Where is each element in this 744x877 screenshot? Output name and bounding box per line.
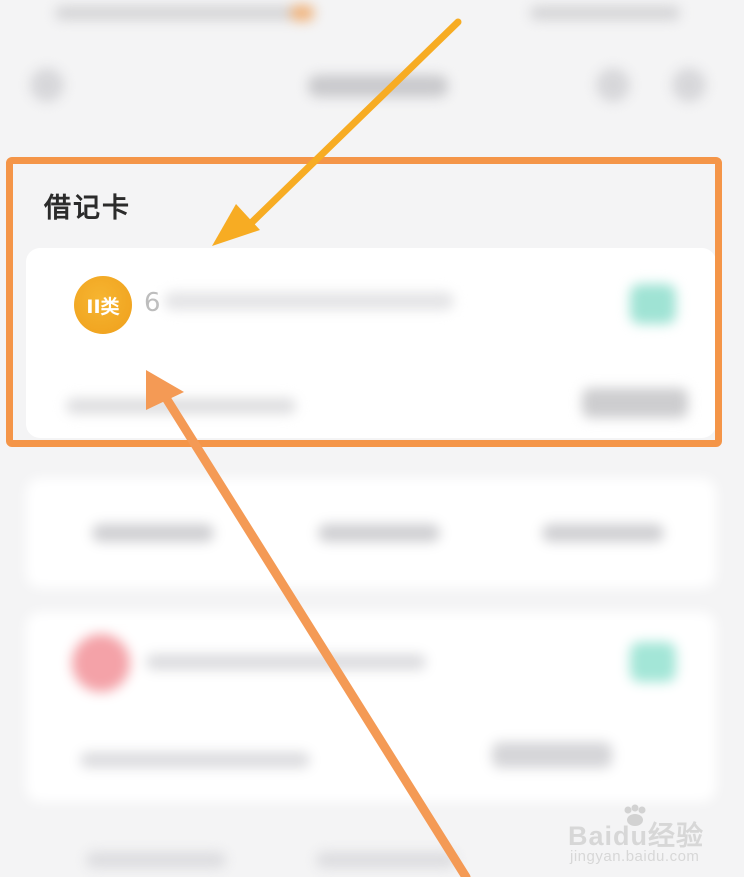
arrow-top	[212, 18, 462, 246]
watermark-url: jingyan.baidu.com	[570, 848, 700, 865]
watermark: Baidu经验 jingyan.baidu.com	[568, 804, 738, 866]
annotation-arrows	[146, 18, 471, 877]
arrow-bottom	[146, 370, 471, 877]
